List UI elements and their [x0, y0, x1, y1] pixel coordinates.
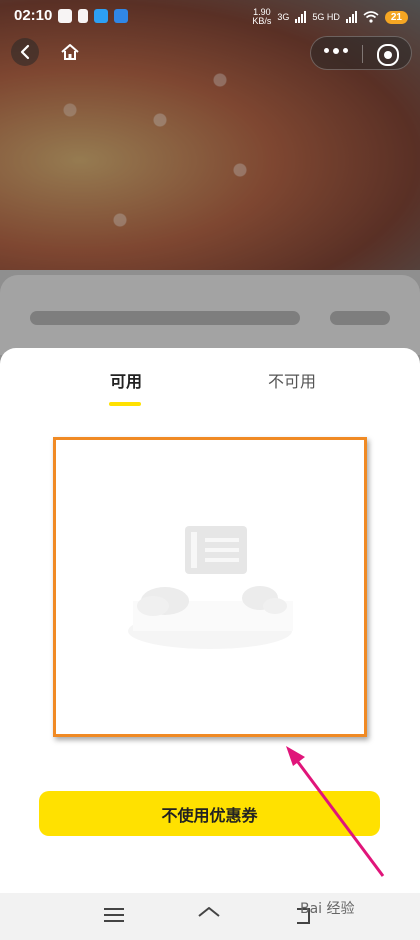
- background-card: [0, 275, 420, 355]
- battery-indicator: 21: [384, 10, 408, 24]
- back-button[interactable]: [11, 38, 39, 66]
- more-icon[interactable]: [324, 47, 348, 54]
- home-icon: [61, 44, 79, 60]
- blurred-title: [30, 311, 300, 325]
- net-speed: 1.90 KB/s: [252, 8, 271, 26]
- watermark: Bai 经验: [300, 901, 355, 917]
- blurred-price: [330, 311, 390, 325]
- tab-available[interactable]: 可用: [110, 368, 142, 392]
- network-type-2: 5G HD: [312, 12, 340, 22]
- menu-icon[interactable]: [104, 907, 124, 923]
- sim-icon: [78, 9, 88, 23]
- notification-icons: [58, 9, 128, 23]
- system-nav-bar: [0, 893, 420, 940]
- mini-program-capsule: [310, 36, 412, 70]
- app-notification-icon: [94, 9, 108, 23]
- system-home-icon[interactable]: [197, 905, 221, 925]
- network-type-1: 3G: [277, 12, 290, 22]
- status-time: 02:10: [14, 7, 53, 24]
- notification-icon: [58, 9, 72, 23]
- status-bar: 02:10 1.90 KB/s 3G 5G HD 21: [0, 0, 420, 34]
- empty-coupon-illustration: [128, 526, 293, 649]
- capsule-divider: [362, 45, 363, 63]
- tab-unavailable[interactable]: 不可用: [268, 368, 316, 392]
- status-right: 1.90 KB/s 3G 5G HD 21: [252, 8, 408, 26]
- signal-icon-2: [345, 11, 357, 23]
- signal-icon: [295, 11, 307, 23]
- coupon-sheet: 可用 不可用 不使用优惠券: [0, 348, 420, 893]
- back-icon: [20, 44, 30, 60]
- alipay-notification-icon: [114, 9, 128, 23]
- active-tab-indicator: [109, 402, 141, 406]
- net-speed-unit: KB/s: [252, 16, 272, 26]
- home-button[interactable]: [56, 38, 84, 66]
- target-icon[interactable]: [377, 44, 399, 66]
- no-coupon-button[interactable]: 不使用优惠券: [39, 791, 380, 836]
- wifi-icon: [363, 11, 379, 23]
